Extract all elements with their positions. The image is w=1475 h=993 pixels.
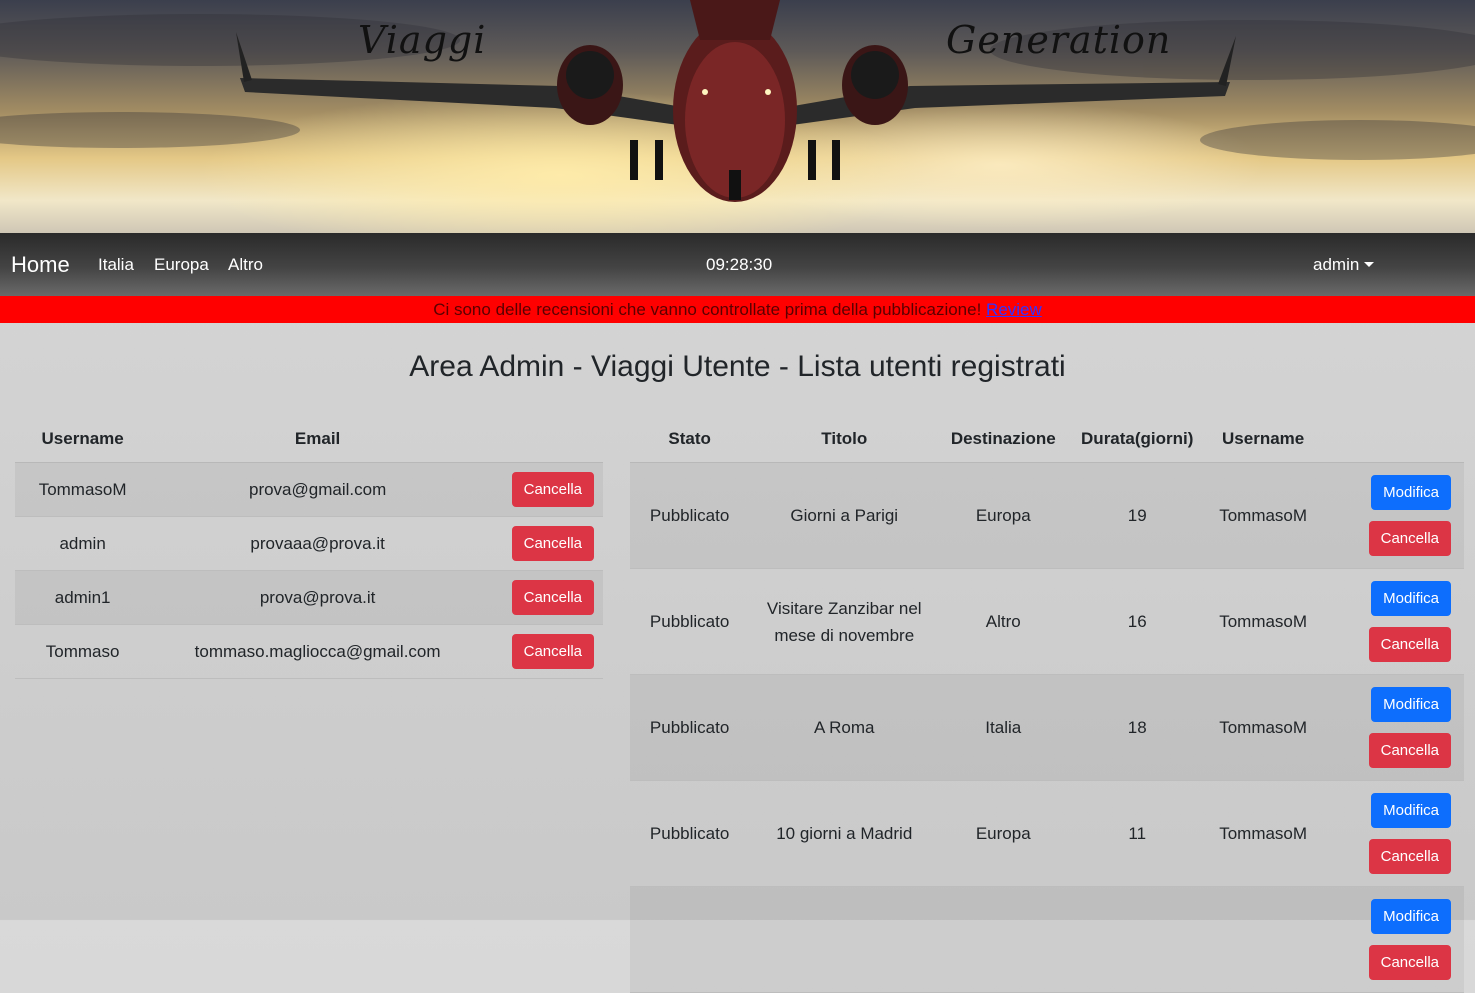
user-dropdown[interactable]: admin [1313,255,1375,275]
edit-trip-button[interactable]: Modifica [1371,687,1451,722]
edit-trip-button[interactable]: Modifica [1371,475,1451,510]
column-header-durata: Durata(giorni) [1067,415,1208,463]
delete-trip-button[interactable]: Cancella [1368,945,1451,980]
nav-link-altro[interactable]: Altro [228,255,263,275]
trip-username: TommasoM [1207,462,1320,569]
trip-titolo [749,886,940,993]
alert-text: Ci sono delle recensioni che vanno contr… [433,300,987,319]
table-row: Pubblicato Giorni a Parigi Europa 19 Tom… [630,462,1464,569]
column-header-actions [484,415,603,463]
user-username: admin1 [15,570,151,625]
trips-table: Stato Titolo Destinazione Durata(giorni)… [630,415,1464,993]
table-row: Tommaso tommaso.magliocca@gmail.com Canc… [15,624,603,679]
delete-user-button[interactable]: Cancella [511,526,594,561]
clock: 09:28:30 [706,255,773,274]
column-header-username: Username [1207,415,1320,463]
caret-down-icon [1364,262,1375,267]
delete-trip-button[interactable]: Cancella [1368,521,1451,556]
navbar: Home Italia Europa Altro 09:28:30 admin [0,233,1475,296]
trip-username: TommasoM [1207,780,1320,887]
trip-stato: Pubblicato [630,462,750,569]
user-username: admin [15,516,151,571]
delete-user-button[interactable]: Cancella [511,634,594,669]
review-link[interactable]: Review [986,300,1042,319]
table-row: admin1 prova@prova.it Cancella [15,570,603,625]
nav-link-italia[interactable]: Italia [98,255,134,275]
trip-titolo: A Roma [749,674,940,781]
trip-destinazione: Altro [939,568,1068,675]
table-row: admin provaaa@prova.it Cancella [15,516,603,571]
user-username: TommasoM [15,462,151,517]
trip-destinazione [939,886,1068,993]
trip-stato: Pubblicato [630,674,750,781]
page-title: Area Admin - Viaggi Utente - Lista utent… [409,350,1066,383]
user-email: tommaso.magliocca@gmail.com [150,624,485,679]
banner-title-right: Generation [946,18,1172,62]
trip-destinazione: Italia [939,674,1068,781]
trip-username [1207,886,1320,993]
user-name: admin [1313,255,1360,274]
user-email: prova@gmail.com [150,462,485,517]
column-header-username: Username [15,415,151,463]
trip-titolo: Visitare Zanzibar nel mese di novembre [749,568,940,675]
trip-username: TommasoM [1207,568,1320,675]
column-header-destinazione: Destinazione [939,415,1068,463]
trip-destinazione: Europa [939,462,1068,569]
edit-trip-button[interactable]: Modifica [1371,899,1451,934]
delete-trip-button[interactable]: Cancella [1368,733,1451,768]
banner-title-left: Viaggi [358,18,487,62]
user-username: Tommaso [15,624,151,679]
user-email: prova@prova.it [150,570,485,625]
header-banner: Viaggi Generation [0,0,1475,233]
trip-titolo: Giorni a Parigi [749,462,940,569]
column-header-stato: Stato [630,415,750,463]
trip-titolo: 10 giorni a Madrid [749,780,940,887]
column-header-actions [1319,415,1464,463]
nav-home-link[interactable]: Home [11,252,70,278]
airplane-banner-image [0,0,1475,202]
review-alert: Ci sono delle recensioni che vanno contr… [0,296,1475,323]
delete-trip-button[interactable]: Cancella [1368,627,1451,662]
table-row: Modifica Cancella [630,886,1464,993]
trip-stato [630,886,750,993]
nav-link-europa[interactable]: Europa [154,255,209,275]
delete-user-button[interactable]: Cancella [511,580,594,615]
delete-trip-button[interactable]: Cancella [1368,839,1451,874]
trip-durata [1067,886,1208,993]
edit-trip-button[interactable]: Modifica [1371,581,1451,616]
user-email: provaaa@prova.it [150,516,485,571]
trip-destinazione: Europa [939,780,1068,887]
trip-durata: 16 [1067,568,1208,675]
column-header-titolo: Titolo [749,415,940,463]
table-row: Pubblicato 10 giorni a Madrid Europa 11 … [630,780,1464,887]
trip-durata: 19 [1067,462,1208,569]
trip-durata: 18 [1067,674,1208,781]
table-row: Pubblicato A Roma Italia 18 TommasoM Mod… [630,674,1464,781]
delete-user-button[interactable]: Cancella [511,472,594,507]
trip-durata: 11 [1067,780,1208,887]
table-row: Pubblicato Visitare Zanzibar nel mese di… [630,568,1464,675]
table-row: TommasoM prova@gmail.com Cancella [15,462,603,517]
edit-trip-button[interactable]: Modifica [1371,793,1451,828]
trip-username: TommasoM [1207,674,1320,781]
column-header-email: Email [150,415,485,463]
trip-stato: Pubblicato [630,780,750,887]
users-table: Username Email TommasoM prova@gmail.com … [15,415,603,679]
trip-stato: Pubblicato [630,568,750,675]
